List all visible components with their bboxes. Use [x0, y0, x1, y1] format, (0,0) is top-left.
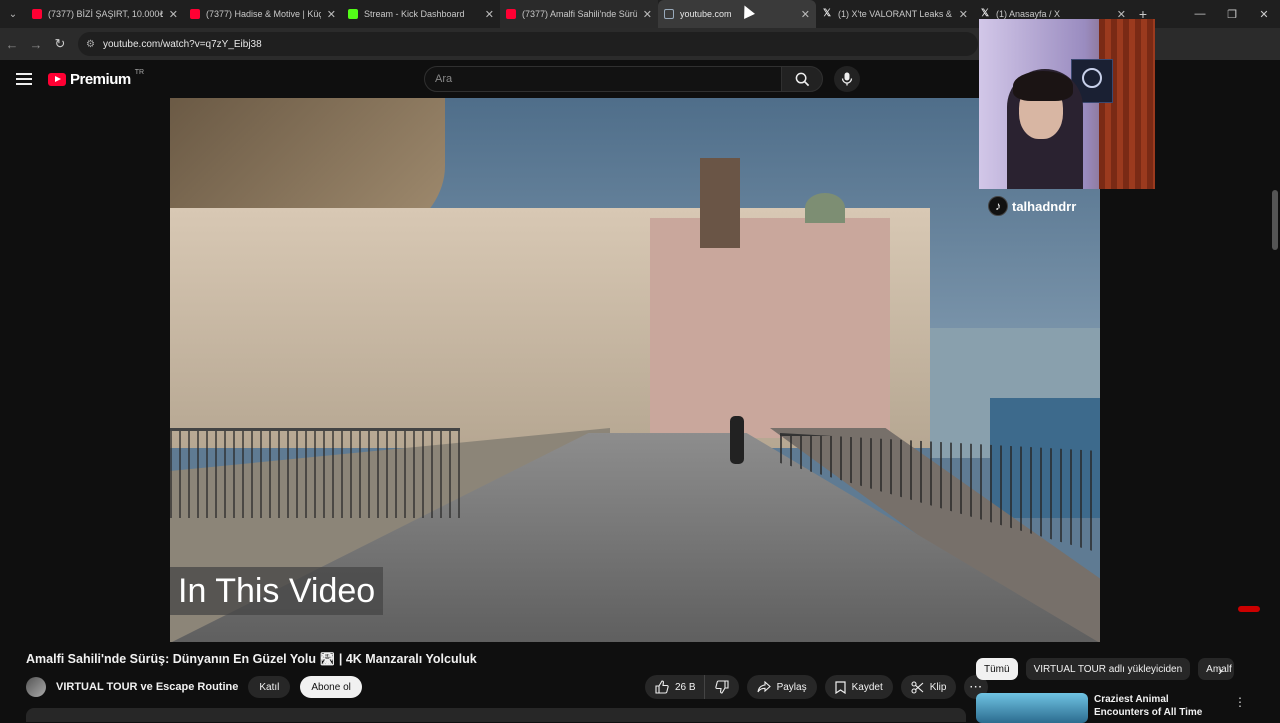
youtube-play-icon [48, 73, 66, 86]
thumbs-up-icon [655, 680, 669, 694]
search-button[interactable] [781, 66, 823, 92]
chip-all[interactable]: Tümü [976, 658, 1018, 680]
share-button[interactable]: Paylaş [746, 675, 817, 699]
video-player[interactable]: In This Video [170, 98, 1100, 642]
search-input[interactable] [435, 73, 781, 85]
x-icon: 𝕏 [980, 8, 990, 19]
youtube-icon [32, 9, 42, 19]
menu-icon[interactable] [16, 73, 32, 85]
video-motorcyclist [730, 416, 744, 464]
save-label: Kaydet [851, 681, 883, 693]
webcam-curtain [1099, 19, 1155, 189]
forward-icon[interactable]: → [24, 28, 48, 60]
tab-title: (1) X'te VALORANT Leaks & Ne [838, 9, 953, 19]
share-icon [757, 681, 771, 693]
tiktok-watermark: ♪ talhadndrr [988, 196, 1076, 216]
clip-label: Klip [929, 681, 947, 693]
tab-search-icon[interactable]: ⌄ [0, 0, 26, 28]
search-icon [795, 72, 809, 86]
chip-topic[interactable]: Amalf [1198, 658, 1235, 680]
globe-icon [664, 9, 674, 19]
tab-title: (1) Anasayfa / X [996, 9, 1061, 19]
browser-tab[interactable]: (7377) Amalfi Sahili'nde Sürüş ✕ [500, 0, 658, 28]
tab-title: Stream - Kick Dashboard [364, 9, 465, 19]
reload-icon[interactable]: ↻ [48, 28, 72, 60]
close-window-icon[interactable]: ✕ [1248, 0, 1280, 28]
video-overlay-text: In This Video [170, 567, 384, 615]
channel-row: VIRTUAL TOUR ve Escape Routine Katıl Abo… [26, 676, 362, 698]
video-bell-tower [700, 158, 740, 248]
logo-text: Premium [70, 71, 131, 88]
url-field[interactable]: ⚙ youtube.com/watch?v=q7zY_Eibj38 [78, 32, 978, 56]
youtube-icon [190, 9, 200, 19]
window-controls: — ❐ ✕ [1184, 0, 1280, 28]
tab-title: youtube.com [680, 9, 732, 19]
recommendation-title[interactable]: Craziest Animal Encounters of All Time [1094, 693, 1224, 723]
close-icon[interactable]: ✕ [327, 8, 336, 21]
restore-icon[interactable]: ❐ [1216, 0, 1248, 28]
page-scrollbar[interactable] [1272, 190, 1278, 250]
bookmark-icon [834, 680, 846, 694]
webcam-overlay [979, 19, 1155, 189]
voice-search-button[interactable] [834, 66, 860, 92]
browser-tab[interactable]: (7377) Hadise & Motive | Küçük ✕ [184, 0, 342, 28]
browser-tab-active[interactable]: youtube.com ✕ [658, 0, 816, 28]
close-icon[interactable]: ✕ [485, 8, 494, 21]
dislike-button[interactable] [703, 675, 739, 699]
close-icon[interactable]: ✕ [959, 8, 968, 21]
search-box[interactable] [424, 66, 782, 92]
close-icon[interactable]: ✕ [169, 8, 178, 21]
channel-name[interactable]: VIRTUAL TOUR ve Escape Routine [56, 681, 238, 693]
browser-tab[interactable]: (7377) BİZİ ŞAŞIRT, 10.000₺ KAZ ✕ [26, 0, 184, 28]
video-title: Amalfi Sahili'nde Sürüş: Dünyanın En Güz… [26, 652, 477, 666]
close-icon[interactable]: ✕ [801, 8, 810, 21]
clip-button[interactable]: Klip [900, 675, 957, 699]
site-info-icon[interactable]: ⚙ [86, 39, 95, 50]
recording-indicator [1238, 606, 1260, 612]
microphone-icon [841, 72, 853, 86]
youtube-logo[interactable]: Premium TR [48, 69, 145, 88]
thumbs-down-icon [714, 680, 729, 694]
like-count: 26 B [675, 681, 696, 693]
video-actions: 26 B Paylaş Kaydet Klip ··· [645, 675, 989, 699]
minimize-icon[interactable]: — [1184, 0, 1216, 28]
webcam-hair [1013, 71, 1073, 101]
video-dome [805, 193, 845, 223]
tab-title: (7377) Amalfi Sahili'nde Sürüş [522, 9, 637, 19]
tab-title: (7377) Hadise & Motive | Küçük [206, 9, 321, 19]
tiktok-handle: talhadndrr [1012, 198, 1077, 214]
scissors-icon [911, 680, 924, 694]
chip-uploader[interactable]: VIRTUAL TOUR adlı yükleyiciden [1025, 658, 1191, 680]
like-button[interactable]: 26 B [645, 675, 704, 699]
back-icon[interactable]: ← [0, 28, 24, 60]
recommendation-thumbnail[interactable] [976, 693, 1088, 723]
tab-title: (7377) BİZİ ŞAŞIRT, 10.000₺ KAZ [48, 8, 163, 19]
channel-avatar[interactable] [26, 677, 46, 697]
browser-tab[interactable]: 𝕏 (1) X'te VALORANT Leaks & Ne ✕ [816, 0, 974, 28]
kick-icon [348, 9, 358, 19]
subscribe-button[interactable]: Abone ol [300, 676, 362, 698]
close-icon[interactable]: ✕ [643, 8, 652, 21]
video-railing-left [170, 428, 460, 518]
more-horizontal-icon: ··· [969, 681, 983, 693]
youtube-icon [506, 9, 516, 19]
browser-tab[interactable]: Stream - Kick Dashboard ✕ [342, 0, 500, 28]
related-chips: Tümü VIRTUAL TOUR adlı yükleyiciden Amal… [976, 658, 1235, 680]
recommendation-item[interactable]: Craziest Animal Encounters of All Time [976, 693, 1224, 723]
join-button[interactable]: Katıl [248, 676, 291, 698]
video-church [650, 218, 890, 438]
chevron-right-icon[interactable]: › [1218, 662, 1223, 678]
country-code: TR [134, 69, 145, 76]
save-button[interactable]: Kaydet [824, 675, 893, 699]
x-icon: 𝕏 [822, 8, 832, 19]
share-label: Paylaş [776, 681, 807, 693]
tiktok-icon: ♪ [988, 196, 1008, 216]
url-text: youtube.com/watch?v=q7zY_Eibj38 [102, 38, 262, 50]
more-vertical-icon[interactable]: ⋮ [1234, 695, 1246, 709]
